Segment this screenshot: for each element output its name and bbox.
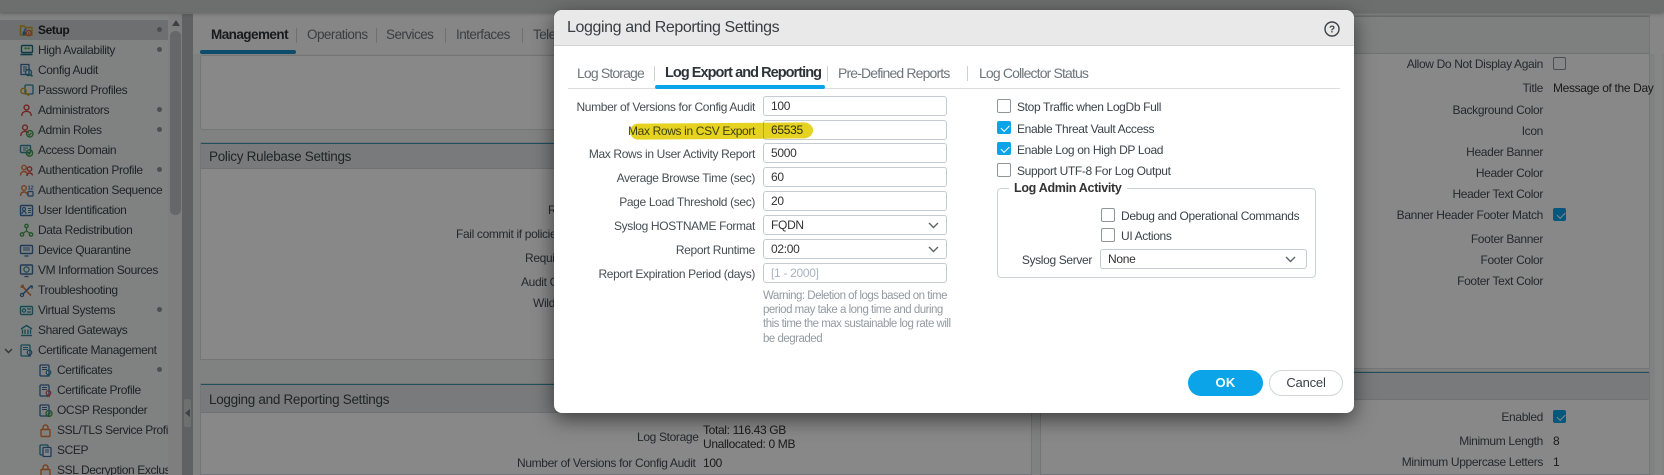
svg-text:?: ?	[1329, 25, 1335, 36]
